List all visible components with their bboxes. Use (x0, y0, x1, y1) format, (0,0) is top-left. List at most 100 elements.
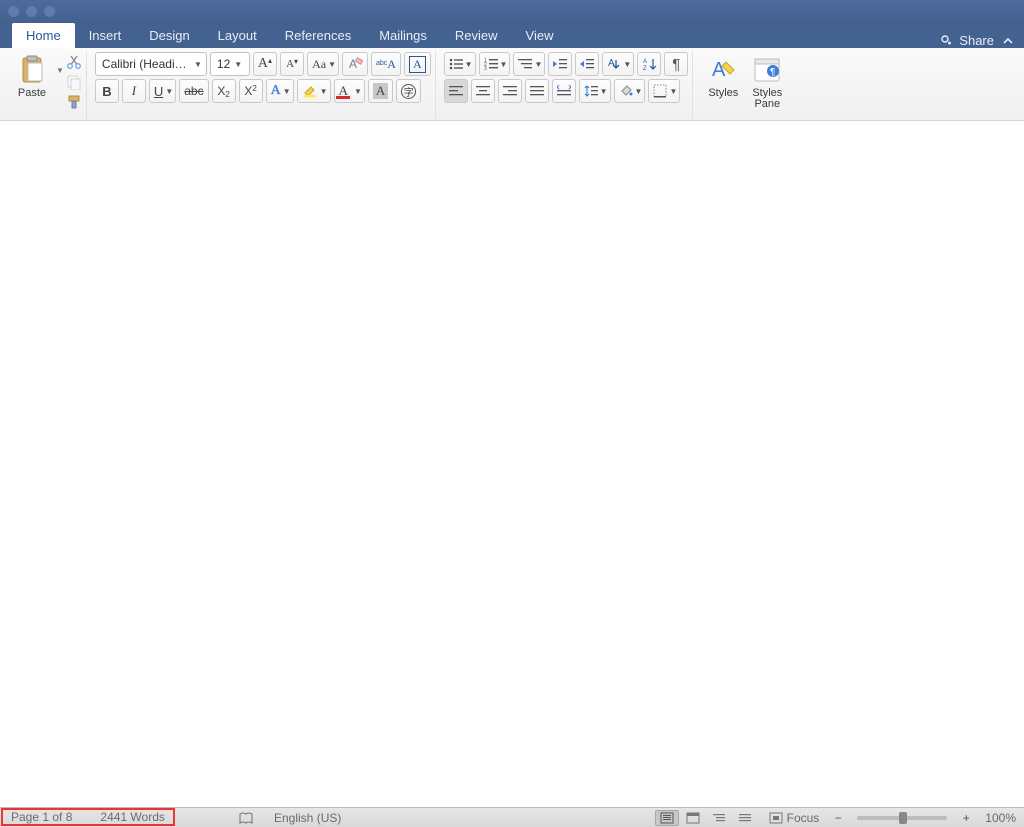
text-direction-button[interactable]: A▼ (602, 52, 634, 76)
svg-text:A: A (608, 58, 615, 69)
close-window-button[interactable] (8, 6, 19, 17)
styles-pane-icon: ¶ (751, 54, 783, 86)
align-center-button[interactable] (471, 79, 495, 103)
zoom-in-button[interactable]: + (959, 811, 973, 825)
paint-bucket-icon (619, 84, 633, 98)
show-marks-button[interactable]: ¶ (664, 52, 688, 76)
ribbon-tabs: Home Insert Design Layout References Mai… (0, 23, 1024, 48)
paste-button[interactable]: Paste (10, 52, 54, 101)
font-size-combo[interactable]: 12 ▼ (210, 52, 250, 76)
collapse-ribbon-button[interactable] (1002, 35, 1014, 47)
share-icon (940, 34, 954, 48)
line-spacing-button[interactable]: ▼ (579, 79, 611, 103)
scissors-icon (66, 54, 82, 70)
zoom-window-button[interactable] (44, 6, 55, 17)
svg-text:Z: Z (643, 66, 647, 71)
paste-icon (16, 54, 48, 86)
font-color-button[interactable]: A▼ (334, 79, 365, 103)
tab-view[interactable]: View (512, 23, 568, 48)
status-language-label: English (US) (274, 811, 341, 825)
tab-insert[interactable]: Insert (75, 23, 136, 48)
align-right-button[interactable] (498, 79, 522, 103)
share-button[interactable]: Share (940, 33, 994, 48)
align-left-button[interactable] (444, 79, 468, 103)
enclose-characters-button[interactable]: 字 (396, 79, 421, 103)
cut-button[interactable] (66, 54, 82, 70)
document-canvas[interactable] (0, 121, 1024, 807)
print-layout-icon (660, 812, 674, 824)
status-word-count[interactable]: 2441 Words (100, 810, 164, 824)
font-size-value: 12 (217, 57, 230, 71)
status-spellcheck[interactable] (238, 811, 254, 825)
status-page[interactable]: Page 1 of 8 (11, 810, 72, 824)
view-web-layout[interactable] (681, 810, 705, 826)
shrink-font-button[interactable]: A▾ (280, 52, 304, 76)
character-shading-button[interactable]: A (368, 79, 393, 103)
chevron-up-icon (1002, 35, 1014, 47)
superscript-button[interactable]: X2 (239, 79, 263, 103)
chevron-down-icon: ▼ (234, 60, 242, 69)
outline-icon (712, 812, 726, 824)
font-name-combo[interactable]: Calibri (Headin… ▼ (95, 52, 207, 76)
format-painter-button[interactable] (66, 94, 82, 110)
grow-font-button[interactable]: A▴ (253, 52, 277, 76)
decrease-indent-button[interactable] (548, 52, 572, 76)
view-draft[interactable] (733, 810, 757, 826)
focus-label: Focus (787, 811, 820, 825)
zoom-slider-thumb[interactable] (899, 812, 907, 824)
tab-references[interactable]: References (271, 23, 365, 48)
borders-button[interactable]: ▼ (648, 79, 680, 103)
subscript-button[interactable]: X2 (212, 79, 236, 103)
tab-mailings[interactable]: Mailings (365, 23, 441, 48)
increase-indent-button[interactable] (575, 52, 599, 76)
window-titlebar (0, 0, 1024, 23)
focus-mode-button[interactable]: Focus (769, 811, 820, 825)
zoom-out-button[interactable]: − (831, 811, 845, 825)
change-case-button[interactable]: Aa▼ (307, 52, 339, 76)
styles-button[interactable]: A Styles (701, 52, 745, 101)
zoom-level[interactable]: 100% (985, 811, 1016, 825)
tab-home[interactable]: Home (12, 23, 75, 48)
text-direction-icon: A (607, 57, 621, 71)
copy-button[interactable] (66, 74, 82, 90)
svg-text:A: A (349, 57, 357, 71)
distributed-button[interactable] (552, 79, 576, 103)
multilevel-icon (518, 58, 532, 70)
numbering-button[interactable]: 123▼ (479, 52, 511, 76)
paste-label: Paste (18, 88, 46, 99)
phonetic-guide-button[interactable]: abcA (371, 52, 401, 76)
zoom-slider[interactable] (857, 816, 947, 820)
bullets-button[interactable]: ▼ (444, 52, 476, 76)
strikethrough-button[interactable]: abc (179, 79, 208, 103)
character-border-button[interactable]: A (404, 52, 431, 76)
eraser-icon: A (347, 57, 363, 71)
styles-icon: A (707, 54, 739, 86)
underline-button[interactable]: U▼ (149, 79, 176, 103)
tab-layout[interactable]: Layout (204, 23, 271, 48)
share-label: Share (959, 33, 994, 48)
text-effects-button[interactable]: A▼ (266, 79, 294, 103)
bold-button[interactable]: B (95, 79, 119, 103)
justify-button[interactable] (525, 79, 549, 103)
multilevel-list-button[interactable]: ▼ (513, 52, 545, 76)
highlight-button[interactable]: ▼ (297, 79, 331, 103)
distributed-icon (557, 85, 571, 97)
indent-icon (580, 58, 594, 70)
paste-dropdown[interactable]: ▼ (56, 52, 64, 75)
tab-design[interactable]: Design (135, 23, 203, 48)
minimize-window-button[interactable] (26, 6, 37, 17)
view-mode-switcher (655, 810, 757, 826)
styles-pane-button[interactable]: ¶ Styles Pane (745, 52, 789, 112)
status-language[interactable]: English (US) (274, 811, 341, 825)
align-right-icon (503, 85, 517, 97)
italic-button[interactable]: I (122, 79, 146, 103)
tab-review[interactable]: Review (441, 23, 512, 48)
numbering-icon: 123 (484, 58, 498, 70)
outdent-icon (553, 58, 567, 70)
clear-formatting-button[interactable]: A (342, 52, 368, 76)
view-print-layout[interactable] (655, 810, 679, 826)
sort-button[interactable]: AZ (637, 52, 661, 76)
shading-button[interactable]: ▼ (614, 79, 646, 103)
view-outline[interactable] (707, 810, 731, 826)
bullets-icon (449, 58, 463, 70)
